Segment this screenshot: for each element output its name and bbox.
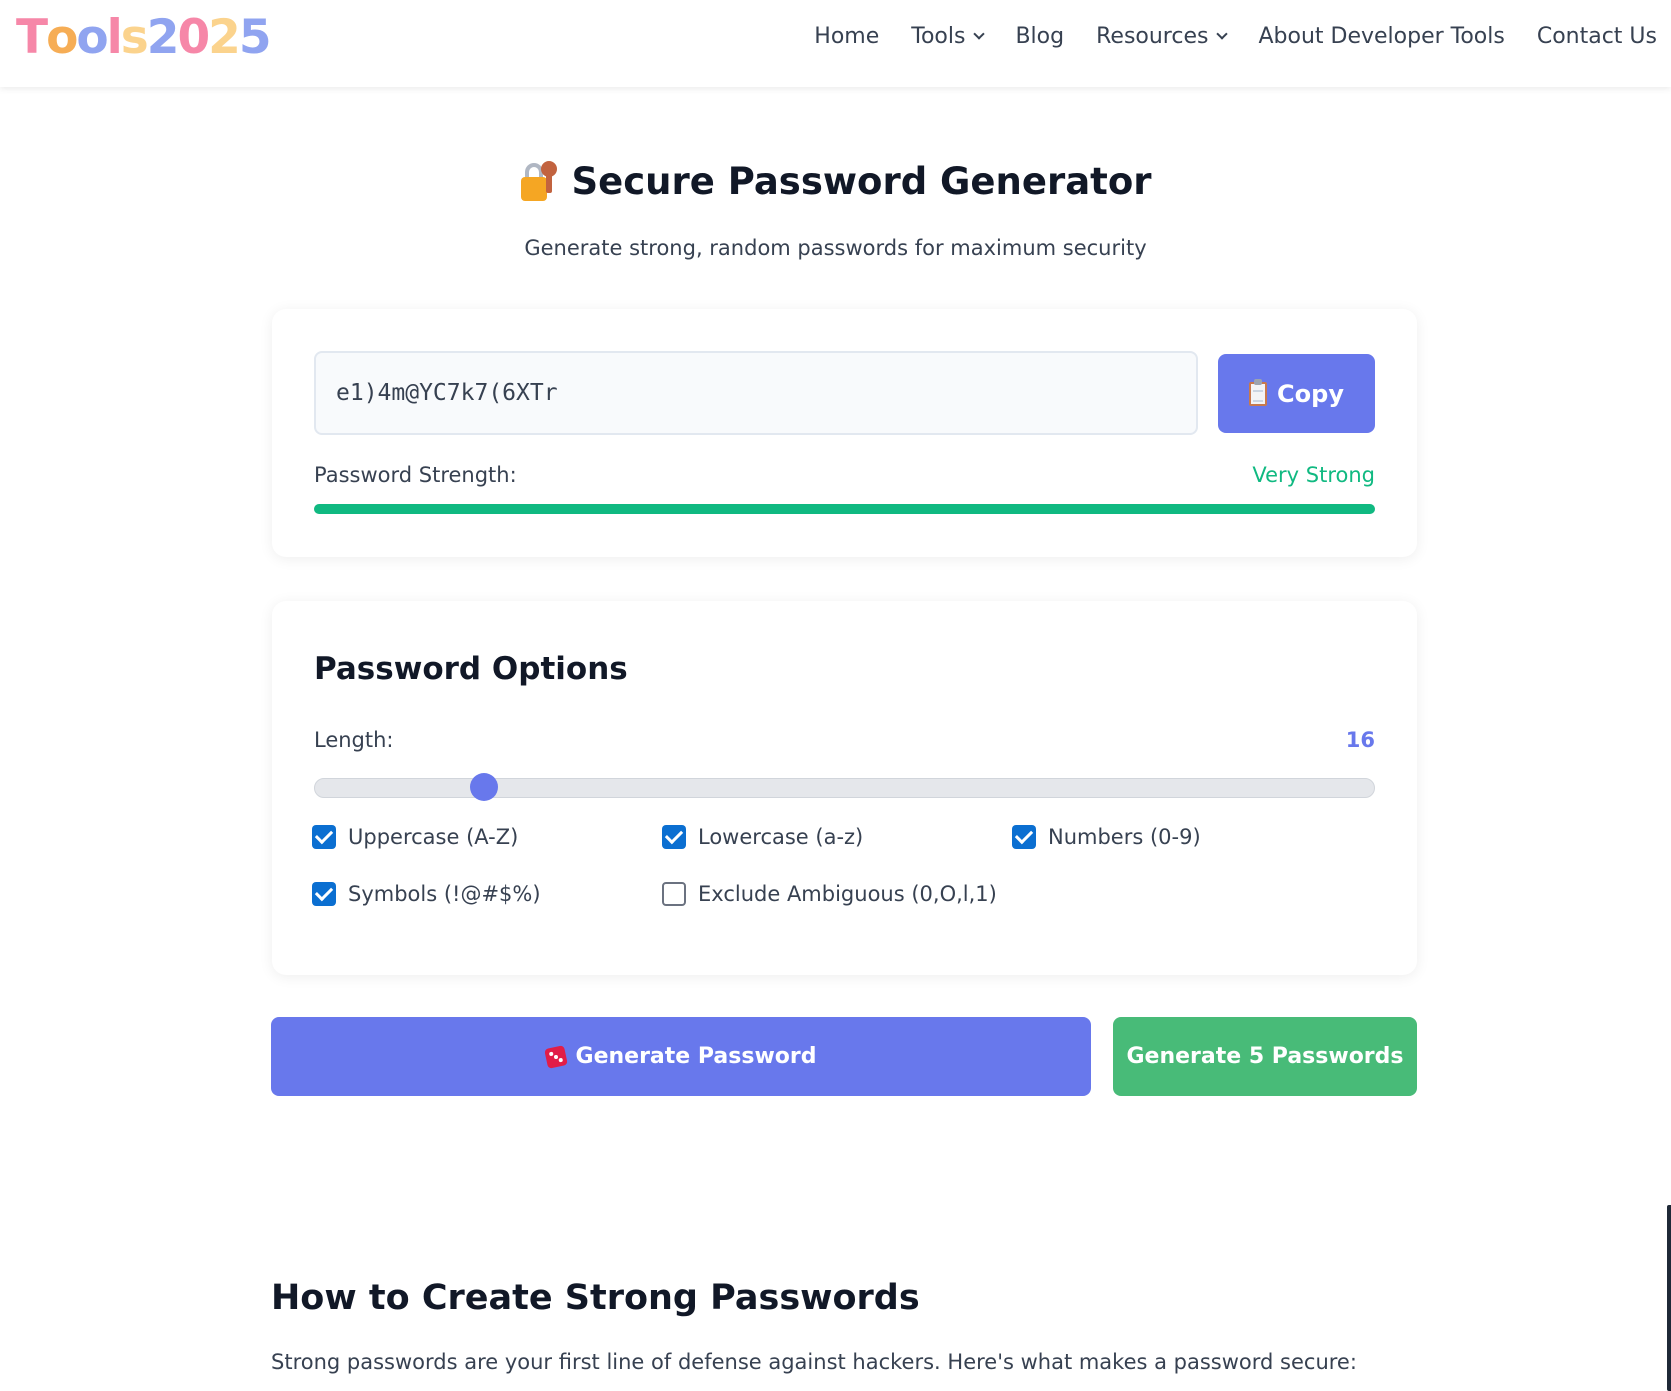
page-heading: Secure Password Generator — [0, 160, 1671, 203]
copy-button[interactable]: Copy — [1218, 354, 1375, 433]
logo-letter: T — [16, 10, 48, 65]
nav-resources-label: Resources — [1096, 23, 1209, 49]
site-logo[interactable]: Tools2025 — [16, 8, 272, 68]
logo-letter: 0 — [177, 10, 210, 65]
generate-password-button[interactable]: Generate Password — [271, 1017, 1091, 1096]
nav-about-label: About Developer Tools — [1258, 23, 1505, 49]
nav-contact-label: Contact Us — [1536, 23, 1657, 49]
generate-five-passwords-button[interactable]: Generate 5 Passwords — [1113, 1017, 1417, 1096]
nav-tools[interactable]: Tools — [911, 23, 986, 49]
strength-value: Very Strong — [1252, 463, 1375, 487]
chevron-down-icon — [1216, 28, 1229, 40]
password-output-card: e1)4m@YC7k7(6XTr Copy Password Strength:… — [272, 309, 1417, 557]
nav-about[interactable]: About Developer Tools — [1258, 24, 1504, 49]
password-output-field[interactable]: e1)4m@YC7k7(6XTr — [314, 351, 1198, 435]
password-options-card: Password Options Length: 16 Uppercase (A… — [272, 601, 1417, 975]
info-intro: Strong passwords are your first line of … — [271, 1350, 1357, 1374]
dice-icon — [543, 1044, 568, 1069]
clipboard-icon — [1249, 378, 1268, 406]
lowercase-label: Lowercase (a-z) — [698, 825, 864, 849]
checkbox-icon[interactable] — [662, 825, 686, 849]
site-header: Tools2025 Home Tools Blog Resources Abou… — [0, 0, 1671, 87]
chevron-down-icon — [973, 28, 986, 40]
uppercase-label: Uppercase (A-Z) — [348, 825, 519, 849]
nav-home[interactable]: Home — [814, 24, 879, 49]
checkbox-icon[interactable] — [1012, 825, 1036, 849]
symbols-checkbox[interactable]: Symbols (!@#$%) — [312, 882, 541, 906]
info-heading: How to Create Strong Passwords — [271, 1278, 920, 1318]
logo-letter: s — [120, 10, 149, 65]
logo-letter: o — [46, 10, 78, 65]
exclude-ambiguous-checkbox[interactable]: Exclude Ambiguous (0,O,l,1) — [662, 882, 997, 906]
symbols-label: Symbols (!@#$%) — [348, 882, 541, 906]
lowercase-checkbox[interactable]: Lowercase (a-z) — [662, 825, 863, 849]
logo-letter: 2 — [208, 10, 241, 65]
strength-label: Password Strength: — [314, 463, 517, 487]
nav-home-label: Home — [814, 23, 880, 49]
numbers-label: Numbers (0-9) — [1048, 825, 1201, 849]
page-subtitle: Generate strong, random passwords for ma… — [524, 236, 1147, 260]
generate-password-label: Generate Password — [575, 1044, 817, 1069]
uppercase-checkbox[interactable]: Uppercase (A-Z) — [312, 825, 518, 849]
options-title: Password Options — [314, 651, 628, 687]
length-value: 16 — [1345, 728, 1375, 752]
main-nav: Home Tools Blog Resources About Develope… — [814, 18, 1657, 54]
generate-five-label: Generate 5 Passwords — [1126, 1044, 1404, 1069]
page-title: Secure Password Generator — [571, 160, 1152, 203]
nav-tools-label: Tools — [911, 23, 966, 49]
strength-meter — [314, 504, 1375, 514]
logo-letter: 2 — [146, 10, 180, 65]
numbers-checkbox[interactable]: Numbers (0-9) — [1012, 825, 1201, 849]
logo-letter: o — [76, 10, 108, 65]
checkbox-icon[interactable] — [662, 882, 686, 906]
checkbox-icon[interactable] — [312, 825, 336, 849]
lock-with-key-icon — [519, 160, 558, 203]
length-slider-thumb[interactable] — [469, 773, 498, 801]
checkbox-icon[interactable] — [312, 882, 336, 906]
logo-letter: 5 — [238, 10, 272, 65]
nav-blog-label: Blog — [1015, 23, 1065, 49]
nav-blog[interactable]: Blog — [1015, 24, 1064, 49]
copy-button-label: Copy — [1277, 379, 1344, 408]
length-label: Length: — [314, 728, 394, 752]
exclude-ambiguous-label: Exclude Ambiguous (0,O,l,1) — [698, 882, 997, 906]
scrollbar[interactable] — [1667, 1205, 1671, 1391]
nav-contact[interactable]: Contact Us — [1537, 24, 1657, 49]
strength-meter-fill — [314, 504, 1375, 514]
logo-letter: l — [106, 10, 123, 65]
nav-resources[interactable]: Resources — [1096, 23, 1229, 49]
